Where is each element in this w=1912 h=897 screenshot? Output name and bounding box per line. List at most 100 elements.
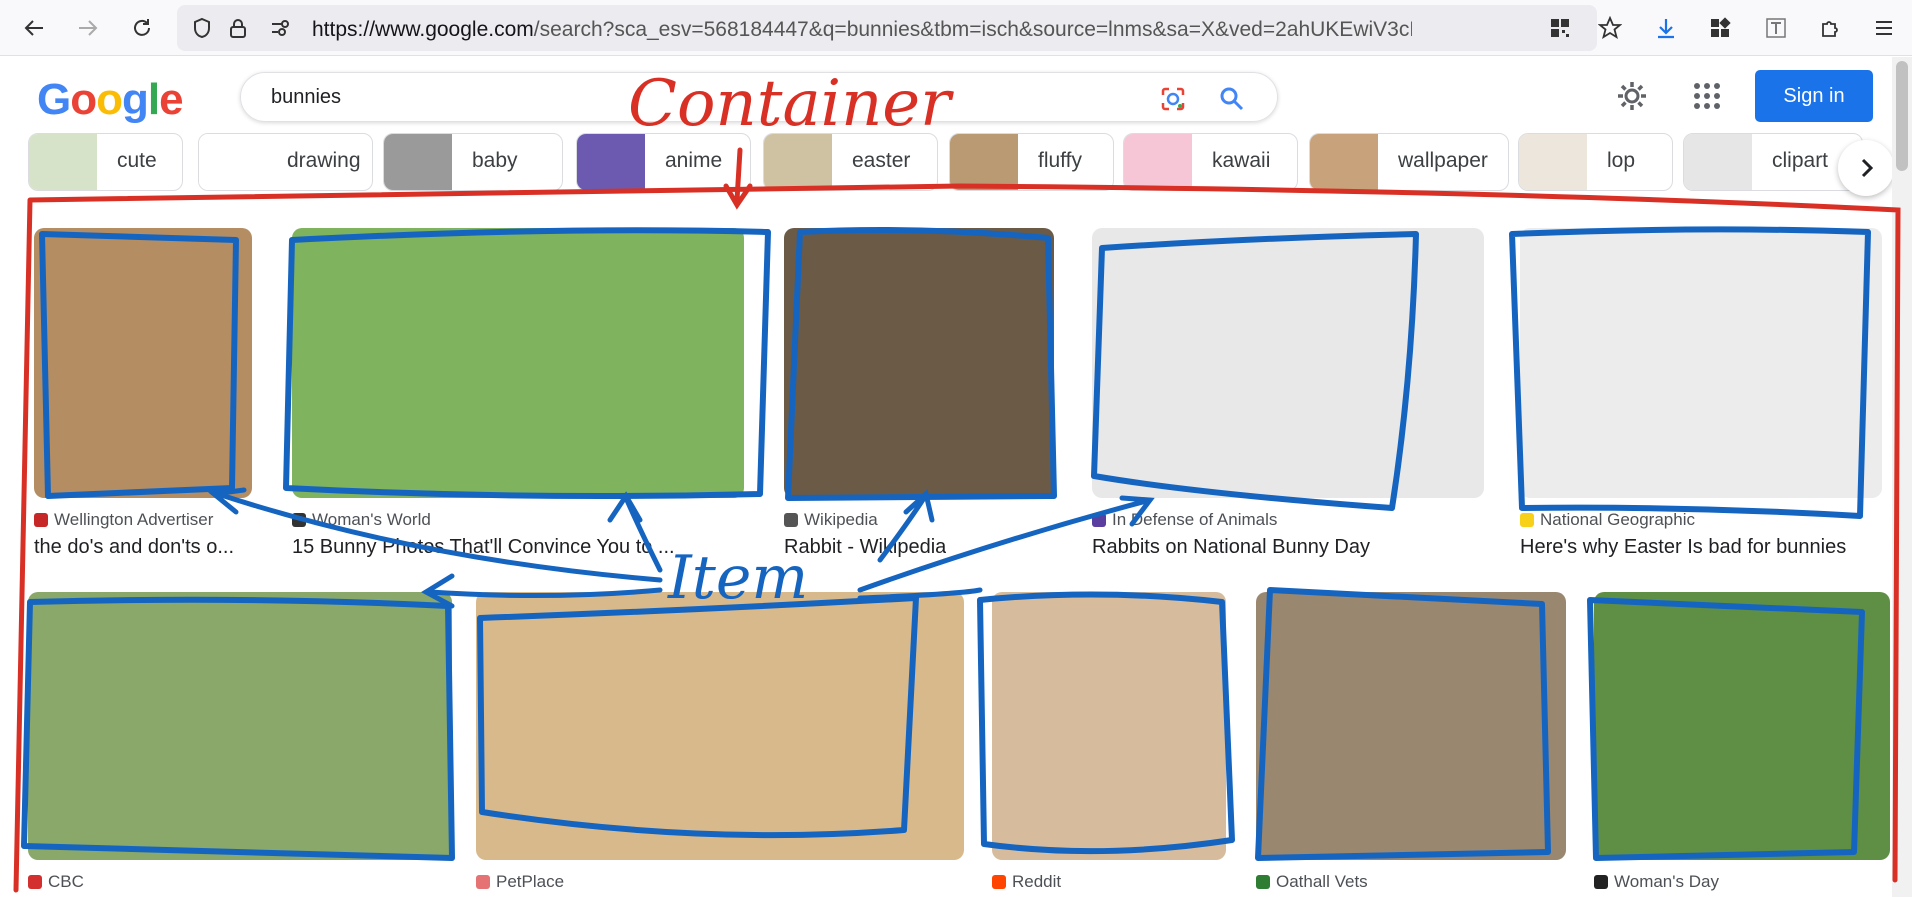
result-image[interactable] bbox=[34, 228, 252, 498]
lock-icon[interactable] bbox=[227, 17, 249, 44]
scrollbar-thumb[interactable] bbox=[1896, 61, 1908, 171]
search-box[interactable]: bunnies bbox=[240, 72, 1278, 122]
back-icon[interactable] bbox=[18, 12, 50, 44]
permissions-icon[interactable] bbox=[269, 17, 291, 44]
result-title[interactable]: the do's and don'ts o... bbox=[34, 536, 234, 559]
result-image[interactable] bbox=[784, 228, 1054, 498]
google-lens-icon[interactable] bbox=[1159, 85, 1187, 118]
chip-thumbnail bbox=[1684, 134, 1752, 190]
logo-letter: l bbox=[147, 75, 160, 124]
chip-thumbnail bbox=[384, 134, 452, 190]
source-name: Oathall Vets bbox=[1276, 872, 1368, 891]
source-name: Wikipedia bbox=[804, 510, 878, 529]
chip-anime[interactable]: anime bbox=[576, 133, 751, 191]
settings-gear-icon[interactable] bbox=[1615, 79, 1649, 118]
result-title[interactable]: 15 Bunny Photos That'll Convince You to … bbox=[292, 536, 675, 559]
result-image[interactable] bbox=[1092, 228, 1484, 498]
result-image[interactable] bbox=[992, 592, 1226, 860]
chip-label: drawing bbox=[287, 149, 361, 172]
result-title[interactable]: Rabbits on National Bunny Day bbox=[1092, 536, 1370, 559]
extensions-grid-icon[interactable] bbox=[1704, 12, 1736, 44]
result-image[interactable] bbox=[476, 592, 964, 860]
result-source[interactable]: Oathall Vets bbox=[1256, 872, 1368, 892]
puzzle-icon[interactable] bbox=[1814, 12, 1846, 44]
result-image[interactable] bbox=[1256, 592, 1566, 860]
favicon-icon bbox=[292, 513, 306, 527]
chip-easter[interactable]: easter bbox=[763, 133, 938, 191]
sign-in-button[interactable]: Sign in bbox=[1755, 70, 1873, 122]
favicon-icon bbox=[476, 875, 490, 889]
favicon-icon bbox=[1520, 513, 1534, 527]
apps-grid-icon[interactable] bbox=[1692, 81, 1722, 116]
result-image[interactable] bbox=[1594, 592, 1890, 860]
chip-label: lop bbox=[1607, 149, 1636, 172]
source-name: PetPlace bbox=[496, 872, 565, 891]
favicon-icon bbox=[28, 875, 42, 889]
favicon-icon bbox=[1256, 875, 1270, 889]
chip-label: wallpaper bbox=[1398, 149, 1488, 172]
chip-label: easter bbox=[852, 149, 911, 172]
qr-icon[interactable] bbox=[1549, 17, 1571, 44]
result-source[interactable]: National Geographic bbox=[1520, 510, 1695, 530]
chip-wallpaper[interactable]: wallpaper bbox=[1309, 133, 1509, 191]
google-logo[interactable]: Google bbox=[37, 75, 184, 125]
result-title[interactable]: Here's why Easter Is bad for bunnies bbox=[1520, 536, 1846, 559]
source-name: CBC bbox=[48, 872, 84, 891]
result-source[interactable]: Reddit bbox=[992, 872, 1061, 892]
result-source[interactable]: Woman's World bbox=[292, 510, 431, 530]
chip-label: kawaii bbox=[1212, 149, 1271, 172]
chip-label: clipart bbox=[1772, 149, 1829, 172]
search-input[interactable]: bunnies bbox=[271, 86, 341, 109]
result-source[interactable]: Woman's Day bbox=[1594, 872, 1719, 892]
result-image[interactable] bbox=[28, 592, 452, 860]
chip-label: fluffy bbox=[1038, 149, 1082, 172]
address-bar[interactable]: https://www.google.com/search?sca_esv=56… bbox=[177, 5, 1597, 51]
chip-thumbnail bbox=[950, 134, 1018, 190]
chip-fluffy[interactable]: fluffy bbox=[949, 133, 1114, 191]
search-icon[interactable] bbox=[1219, 86, 1245, 117]
source-name: National Geographic bbox=[1540, 510, 1695, 529]
result-image[interactable] bbox=[1520, 228, 1882, 498]
bookmark-star-icon[interactable] bbox=[1594, 12, 1626, 44]
logo-letter: e bbox=[159, 75, 184, 124]
result-title[interactable]: Rabbit - Wikipedia bbox=[784, 536, 946, 559]
suggestion-chips: cute drawing baby anime easter fluffy kawaii wa… bbox=[28, 133, 1874, 193]
chip-thumbnail bbox=[29, 134, 97, 190]
menu-icon[interactable] bbox=[1868, 12, 1900, 44]
downloads-icon[interactable] bbox=[1650, 12, 1682, 44]
browser-toolbar: https://www.google.com/search?sca_esv=56… bbox=[0, 0, 1912, 56]
chip-thumbnail bbox=[1519, 134, 1587, 190]
result-source[interactable]: CBC bbox=[28, 872, 84, 892]
chip-cute[interactable]: cute bbox=[28, 133, 183, 191]
source-name: In Defense of Animals bbox=[1112, 510, 1278, 529]
source-name: Woman's Day bbox=[1614, 872, 1719, 891]
logo-letter: o bbox=[70, 75, 97, 124]
chip-thumbnail bbox=[199, 134, 267, 190]
page-scrollbar[interactable] bbox=[1892, 57, 1912, 897]
forward-icon[interactable] bbox=[72, 12, 104, 44]
chips-next-button[interactable] bbox=[1838, 140, 1894, 196]
source-name: Reddit bbox=[1012, 872, 1062, 891]
logo-letter: g bbox=[122, 75, 149, 124]
result-source[interactable]: PetPlace bbox=[476, 872, 564, 892]
source-name: Woman's World bbox=[312, 510, 431, 529]
chip-baby[interactable]: baby bbox=[383, 133, 563, 191]
result-image[interactable] bbox=[292, 228, 744, 498]
result-source[interactable]: In Defense of Animals bbox=[1092, 510, 1277, 530]
favicon-icon bbox=[1092, 513, 1106, 527]
favicon-icon bbox=[992, 875, 1006, 889]
chip-thumbnail bbox=[764, 134, 832, 190]
shield-icon[interactable] bbox=[191, 17, 213, 44]
chip-label: cute bbox=[117, 149, 157, 172]
chip-drawing[interactable]: drawing bbox=[198, 133, 373, 191]
url-text[interactable]: https://www.google.com/search?sca_esv=56… bbox=[312, 18, 1412, 42]
result-source[interactable]: Wellington Advertiser bbox=[34, 510, 213, 530]
chip-label: baby bbox=[472, 149, 518, 172]
reload-icon[interactable] bbox=[126, 12, 158, 44]
reader-icon[interactable] bbox=[1760, 12, 1792, 44]
google-header: Google bunnies Sign in bbox=[0, 57, 1892, 135]
result-source[interactable]: Wikipedia bbox=[784, 510, 878, 530]
chip-lop[interactable]: lop bbox=[1518, 133, 1673, 191]
chip-kawaii[interactable]: kawaii bbox=[1123, 133, 1298, 191]
chip-clipart[interactable]: clipart bbox=[1683, 133, 1863, 191]
